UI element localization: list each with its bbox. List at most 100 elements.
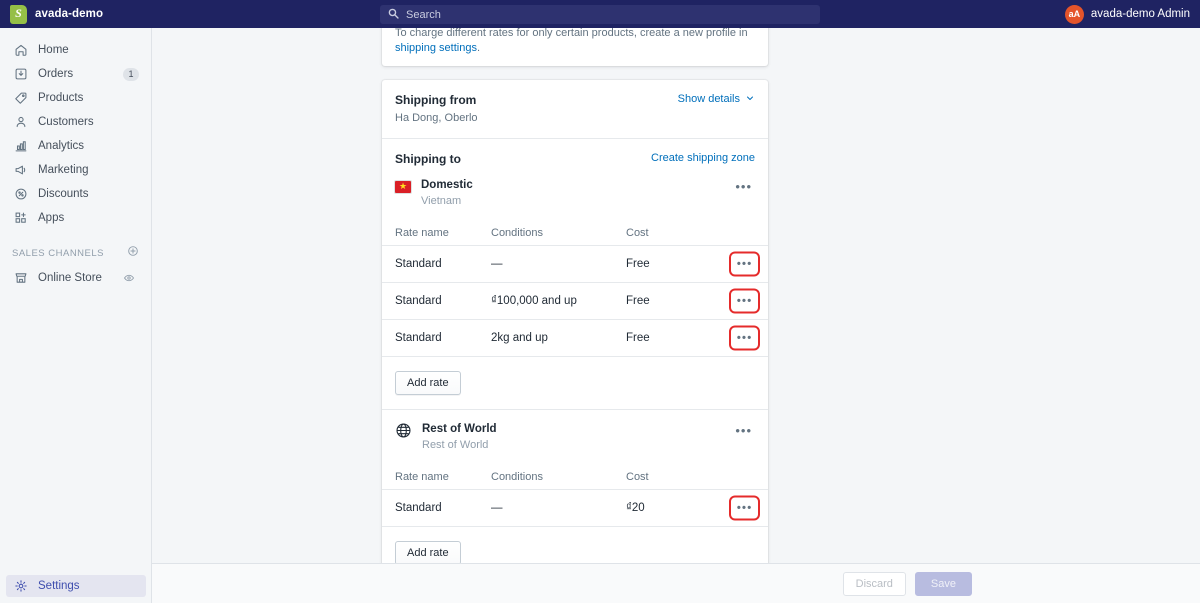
sidebar-nav: Home Orders 1 Products Customers Analyti…	[0, 28, 151, 228]
store-name: avada-demo	[35, 8, 104, 20]
user-name: avada-demo Admin	[1090, 8, 1190, 20]
zone-actions-menu[interactable]: •••	[732, 424, 755, 438]
zone-name: Domestic	[421, 178, 473, 191]
shipping-zone: Domestic Vietnam ••• Rate name Condition…	[382, 166, 768, 409]
marketing-megaphone-icon	[12, 163, 29, 177]
banner-text: To charge different rates for only certa…	[395, 28, 755, 57]
rate-name: Standard	[395, 501, 442, 514]
top-bar: avada-demo aA avada-demo Admin	[0, 0, 1200, 28]
sidebar-item-label: Settings	[38, 580, 80, 592]
save-bar: Discard Save	[152, 563, 1200, 603]
column-conditions: Conditions	[491, 470, 543, 483]
rate-table: Rate name Conditions Cost Standard — Fre…	[382, 221, 768, 356]
column-cost: Cost	[626, 470, 649, 483]
add-rate-button[interactable]: Add rate	[395, 370, 461, 395]
global-search[interactable]	[380, 5, 820, 24]
rate-actions-menu[interactable]: •••	[729, 325, 760, 351]
sidebar-item-analytics[interactable]: Analytics	[6, 136, 145, 156]
banner-text-before: To charge different rates for only certa…	[395, 28, 748, 39]
brand-home-link[interactable]: avada-demo	[0, 0, 152, 28]
discounts-tag-percent-icon	[12, 187, 29, 201]
rate-table-header: Rate name Conditions Cost	[382, 221, 768, 245]
sidebar-item-label: Products	[38, 92, 84, 104]
zone-region: Rest of World	[422, 438, 489, 451]
circle-plus-icon[interactable]	[127, 244, 139, 262]
column-rate-name: Rate name	[395, 226, 449, 239]
rate-name: Standard	[395, 331, 442, 344]
orders-count-badge: 1	[123, 67, 139, 81]
sidebar-item-settings[interactable]: Settings	[6, 575, 146, 597]
gear-icon	[12, 579, 29, 593]
create-shipping-zone-button[interactable]: Create shipping zone	[651, 152, 755, 164]
table-row: Standard — Free •••	[382, 244, 768, 282]
profile-info-banner: To charge different rates for only certa…	[382, 28, 768, 66]
sidebar-item-marketing[interactable]: Marketing	[6, 160, 145, 180]
rate-table: Rate name Conditions Cost Standard — ₫20…	[382, 465, 768, 526]
sidebar-item-apps[interactable]: Apps	[6, 208, 145, 228]
shipping-card: Shipping from Show details Ha Dong, Ober…	[382, 79, 768, 579]
table-row: Standard 2kg and up Free •••	[382, 318, 768, 356]
customers-person-icon	[12, 115, 29, 129]
sidebar-item-home[interactable]: Home	[6, 40, 145, 60]
zone-region: Vietnam	[421, 194, 462, 207]
banner-text-after: .	[476, 42, 481, 55]
home-icon	[12, 43, 29, 57]
sidebar-item-orders[interactable]: Orders 1	[6, 64, 145, 84]
rate-actions-menu[interactable]: •••	[729, 251, 760, 277]
sidebar-item-label: Analytics	[38, 140, 85, 152]
vietnam-flag-icon	[395, 180, 411, 193]
analytics-bars-icon	[12, 139, 29, 153]
apps-grid-plus-icon	[12, 211, 29, 225]
discard-button[interactable]: Discard	[842, 571, 906, 596]
sales-channels-title: SALES CHANNELS	[12, 247, 105, 259]
storefront-icon	[12, 271, 29, 285]
search-icon	[388, 6, 399, 24]
user-menu[interactable]: aA avada-demo Admin	[1064, 0, 1190, 28]
eye-icon[interactable]	[119, 272, 139, 285]
shopify-logo-icon	[10, 4, 27, 24]
shipping-to-title: Shipping to	[395, 151, 461, 166]
rate-conditions: —	[491, 257, 503, 270]
rate-table-header: Rate name Conditions Cost	[382, 465, 768, 489]
sales-channels-header: SALES CHANNELS	[12, 244, 139, 262]
sidebar-item-discounts[interactable]: Discounts	[6, 184, 145, 204]
column-conditions: Conditions	[491, 226, 543, 239]
sidebar-item-products[interactable]: Products	[6, 88, 145, 108]
zone-name: Rest of World	[422, 422, 497, 435]
avatar: aA	[1064, 4, 1084, 24]
show-details-button[interactable]: Show details	[678, 93, 755, 106]
shipping-to-section: Shipping to Create shipping zone	[382, 139, 768, 166]
rate-name: Standard	[395, 294, 442, 307]
shipping-settings-link[interactable]: shipping settings	[395, 42, 477, 54]
zone-actions-menu[interactable]: •••	[732, 180, 755, 194]
search-input[interactable]	[406, 8, 812, 21]
chevron-down-icon	[745, 93, 755, 106]
products-tag-icon	[12, 91, 29, 105]
sidebar-item-online-store[interactable]: Online Store	[6, 268, 145, 288]
settings-column: To charge different rates for only certa…	[382, 28, 768, 593]
main-content: To charge different rates for only certa…	[152, 28, 1200, 603]
add-rate-button[interactable]: Add rate	[395, 540, 461, 565]
sidebar-item-label: Apps	[38, 212, 65, 224]
shipping-from-section: Shipping from Show details Ha Dong, Ober…	[382, 80, 768, 139]
sidebar: Home Orders 1 Products Customers Analyti…	[0, 28, 152, 603]
save-button[interactable]: Save	[914, 571, 972, 596]
column-rate-name: Rate name	[395, 470, 449, 483]
sidebar-item-label: Home	[38, 44, 69, 56]
orders-icon	[12, 67, 29, 81]
table-row: Standard ₫100,000 and up Free •••	[382, 281, 768, 319]
globe-icon	[395, 422, 412, 439]
sidebar-item-label: Orders	[38, 68, 74, 80]
rate-conditions: ₫100,000 and up	[491, 294, 577, 307]
rate-conditions: 2kg and up	[491, 331, 548, 344]
rate-name: Standard	[395, 257, 442, 270]
rate-conditions: —	[491, 501, 503, 514]
sidebar-item-label: Online Store	[38, 272, 102, 284]
column-cost: Cost	[626, 226, 649, 239]
table-row: Standard — ₫20 •••	[382, 488, 768, 526]
shipping-from-address: Ha Dong, Oberlo	[395, 111, 478, 124]
rate-actions-menu[interactable]: •••	[729, 495, 760, 521]
rate-actions-menu[interactable]: •••	[729, 288, 760, 314]
sidebar-item-customers[interactable]: Customers	[6, 112, 145, 132]
sidebar-item-label: Discounts	[38, 188, 89, 200]
